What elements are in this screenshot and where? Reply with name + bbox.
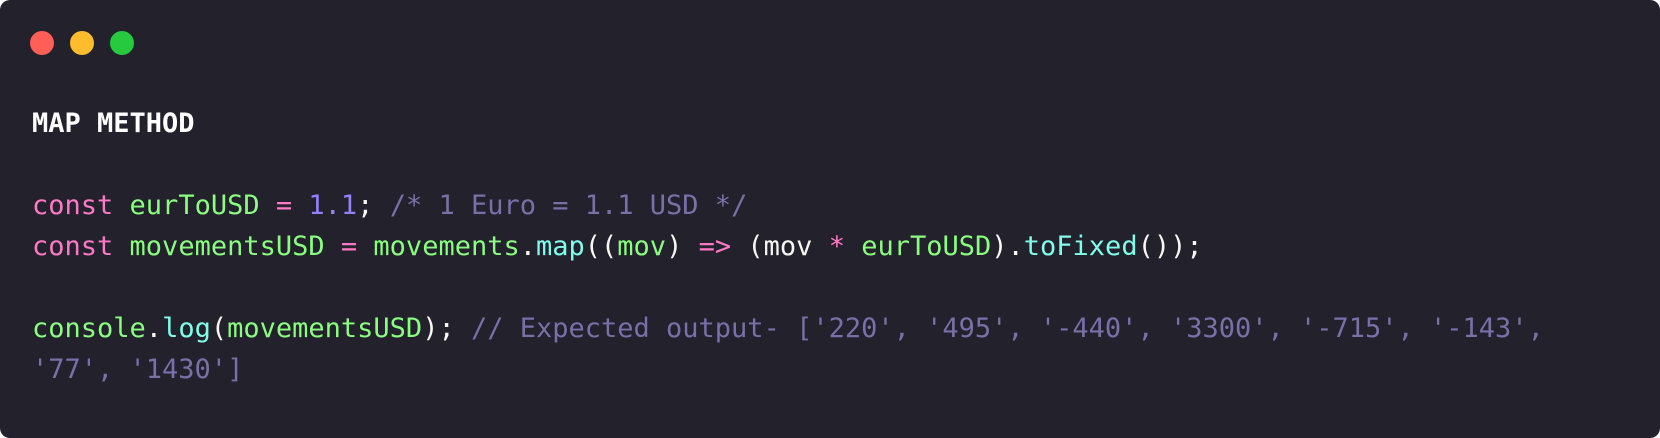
window-controls	[30, 31, 134, 55]
punctuation: .	[519, 231, 536, 262]
code-line-1: const eurToUSD = 1.1; /* 1 Euro = 1.1 US…	[32, 185, 1544, 226]
code-line-2: const movementsUSD = movements.map((mov)…	[32, 226, 1544, 267]
operator: =	[275, 190, 293, 221]
operator: =	[340, 231, 358, 262]
method-name: toFixed	[1023, 231, 1138, 262]
keyword: const	[32, 190, 114, 221]
maximize-window-icon[interactable]	[110, 31, 134, 55]
variable-reference: eurToUSD	[861, 231, 992, 262]
code-comment: '77', '1430']	[32, 354, 244, 385]
method-name: map	[536, 231, 585, 262]
arrow-operator: =>	[698, 231, 732, 262]
variable-name: eurToUSD	[129, 190, 260, 221]
code-comment: // Expected output- ['220', '495', '-440…	[470, 313, 1544, 344]
close-window-icon[interactable]	[30, 31, 54, 55]
operator: *	[828, 231, 845, 262]
number-literal: 1.1	[308, 190, 358, 221]
code-window: MAP METHOD const eurToUSD = 1.1; /* 1 Eur…	[0, 0, 1660, 438]
punctuation: (	[210, 313, 228, 344]
object-name: movements	[373, 231, 520, 262]
code-block: MAP METHOD const eurToUSD = 1.1; /* 1 Eur…	[32, 103, 1544, 390]
punctuation: ).	[991, 231, 1024, 262]
punctuation: );	[422, 313, 455, 344]
code-line-4: '77', '1430']	[32, 349, 1544, 390]
punctuation: ((	[584, 231, 618, 262]
variable-reference: movementsUSD	[227, 313, 423, 344]
method-name: log	[162, 313, 211, 344]
code-comment: /* 1 Euro = 1.1 USD */	[389, 190, 748, 221]
punctuation: ());	[1137, 231, 1203, 262]
minimize-window-icon[interactable]	[70, 31, 94, 55]
punctuation: ;	[357, 190, 374, 221]
parameter-name: mov	[617, 231, 667, 262]
punctuation: )	[666, 231, 683, 262]
code-line-3: console.log(movementsUSD); // Expected o…	[32, 308, 1544, 349]
keyword: const	[32, 231, 114, 262]
object-name: console	[32, 313, 146, 344]
expression: (mov	[747, 231, 813, 262]
variable-name: movementsUSD	[129, 231, 325, 262]
punctuation: .	[145, 313, 163, 344]
code-heading: MAP METHOD	[32, 108, 195, 139]
